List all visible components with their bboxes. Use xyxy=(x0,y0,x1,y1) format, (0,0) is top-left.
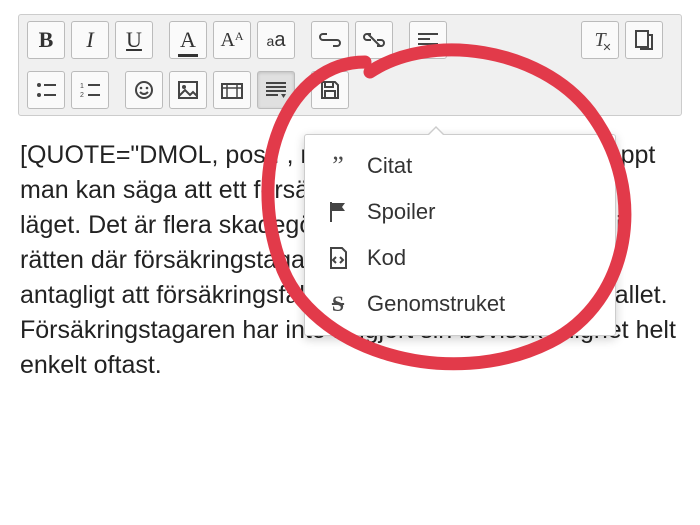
link-icon xyxy=(319,33,341,47)
group-font: A AA aa xyxy=(169,21,305,59)
quote-icon: ” xyxy=(325,158,351,174)
code-icon xyxy=(325,247,351,269)
remove-format-icon: T✕ xyxy=(594,29,605,52)
dropdown-item-spoiler[interactable]: Spoiler xyxy=(305,189,615,235)
dropdown-label: Kod xyxy=(367,245,406,271)
font-size-icon: AA xyxy=(220,29,243,52)
save-icon xyxy=(320,80,340,100)
emoji-button[interactable] xyxy=(125,71,163,109)
ordered-list-button[interactable]: 12 xyxy=(71,71,109,109)
italic-icon: I xyxy=(86,27,93,53)
flag-icon xyxy=(325,201,351,223)
align-button[interactable] xyxy=(409,21,447,59)
group-save xyxy=(311,71,359,109)
unlink-button[interactable] xyxy=(355,21,393,59)
image-icon xyxy=(178,81,198,99)
bold-icon: B xyxy=(39,27,54,53)
insert-dropdown: ” Citat Spoiler Kod S Genomstruket xyxy=(304,134,616,336)
emoji-icon xyxy=(134,80,154,100)
font-family-icon: aa xyxy=(267,29,286,52)
bullet-list-icon xyxy=(36,82,56,98)
insert-icon xyxy=(266,81,286,99)
underline-icon: U xyxy=(126,27,142,53)
group-media xyxy=(125,71,305,109)
svg-text:1: 1 xyxy=(80,83,84,90)
group-list: 12 xyxy=(27,71,119,109)
save-button[interactable] xyxy=(311,71,349,109)
editor-toolbar: B I U A AA aa T✕ 12 xyxy=(18,14,682,116)
insert-button[interactable] xyxy=(257,71,295,109)
dropdown-item-quote[interactable]: ” Citat xyxy=(305,143,615,189)
group-link xyxy=(311,21,403,59)
toolbar-row-2: 12 xyxy=(27,71,673,109)
bullet-list-button[interactable] xyxy=(27,71,65,109)
bold-button[interactable]: B xyxy=(27,21,65,59)
ordered-list-icon: 12 xyxy=(80,82,100,98)
drafts-button[interactable] xyxy=(625,21,663,59)
dropdown-label: Citat xyxy=(367,153,412,179)
underline-button[interactable]: U xyxy=(115,21,153,59)
image-button[interactable] xyxy=(169,71,207,109)
font-size-button[interactable]: AA xyxy=(213,21,251,59)
italic-button[interactable]: I xyxy=(71,21,109,59)
strikethrough-icon: S xyxy=(325,291,351,317)
text-color-icon: A xyxy=(180,27,196,53)
remove-format-button[interactable]: T✕ xyxy=(581,21,619,59)
dropdown-label: Spoiler xyxy=(367,199,435,225)
unlink-icon xyxy=(363,32,385,48)
dropdown-item-strike[interactable]: S Genomstruket xyxy=(305,281,615,327)
align-icon xyxy=(418,32,438,48)
group-text-style: B I U xyxy=(27,21,163,59)
media-icon xyxy=(221,81,243,99)
font-family-button[interactable]: aa xyxy=(257,21,295,59)
group-align xyxy=(409,21,457,59)
dropdown-label: Genomstruket xyxy=(367,291,505,317)
svg-text:2: 2 xyxy=(80,92,84,98)
media-button[interactable] xyxy=(213,71,251,109)
link-button[interactable] xyxy=(311,21,349,59)
text-color-button[interactable]: A xyxy=(169,21,207,59)
drafts-icon xyxy=(635,30,653,50)
group-clear: T✕ xyxy=(581,21,673,59)
dropdown-item-code[interactable]: Kod xyxy=(305,235,615,281)
